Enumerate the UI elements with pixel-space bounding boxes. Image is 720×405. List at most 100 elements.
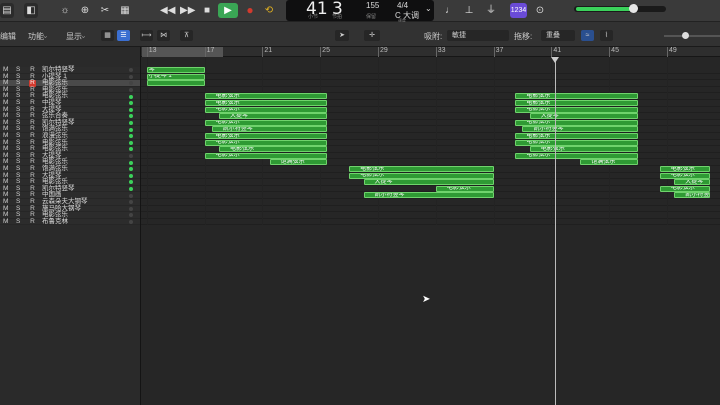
midi-region[interactable]: 电影弦乐 (515, 93, 639, 100)
track-lane[interactable] (141, 67, 720, 74)
midi-region[interactable]: 电影弦乐 (204, 100, 328, 107)
track-lane[interactable] (141, 87, 720, 94)
track-row[interactable]: M S R 凯尔特竖琴 (0, 185, 140, 193)
midi-region[interactable]: 电影弦乐 (515, 133, 639, 140)
grid-view-icon[interactable]: ▦ (101, 30, 114, 41)
midi-region[interactable]: 电影弦乐 (204, 133, 328, 140)
editor-icon[interactable]: ✂ (98, 3, 112, 18)
stop-icon[interactable]: ■ (202, 3, 212, 18)
mute-button[interactable]: M (3, 218, 8, 226)
midi-region[interactable]: 电影弦乐 (659, 185, 711, 192)
midi-region[interactable]: 电影弦乐 (204, 119, 328, 126)
automation-icon[interactable]: ⌇ (600, 30, 613, 41)
midi-region[interactable]: 电影弦乐 (515, 139, 639, 146)
arrange-area[interactable]: 琴小提琴 1 电影弦乐 电影弦乐 电影弦乐 大提琴 电影弦乐 凯尔特竖琴 电影弦乐 电影弦乐 电影… (141, 57, 720, 405)
track-row[interactable]: M S R 饱满弦乐 (0, 126, 140, 133)
midi-region[interactable]: 大提琴 (219, 113, 328, 120)
catch-icon[interactable]: ⊼ (180, 30, 193, 41)
zoom-knob[interactable] (682, 32, 689, 39)
track-row[interactable]: M S R 浪漫弦乐 (0, 132, 140, 140)
track-row[interactable]: M S R 电影弦乐 (0, 80, 140, 87)
track-lane[interactable] (141, 219, 720, 226)
solo-button[interactable]: S (16, 218, 20, 226)
flex-icon[interactable]: ⋈ (157, 30, 170, 41)
midi-region[interactable]: 电影弦乐 (204, 139, 328, 146)
midi-region[interactable]: 电影弦乐 (349, 166, 494, 173)
track-row[interactable]: M S R 小提琴 1 (0, 73, 140, 81)
horizontal-zoom-slider[interactable] (664, 32, 720, 39)
forward-icon[interactable]: ▶▶ (180, 3, 195, 18)
track-row[interactable]: M S R 饱满弦乐 (0, 165, 140, 173)
edit-menu[interactable]: 编辑 (0, 31, 16, 42)
track-row[interactable]: M S R 大提琴 (0, 106, 140, 114)
midi-region[interactable]: 电影弦乐 (529, 146, 639, 153)
record-button[interactable]: ● (244, 3, 256, 18)
master-volume-slider[interactable] (574, 4, 666, 13)
track-row[interactable]: M S R 电影弦乐 (0, 146, 140, 153)
track-row[interactable]: M S R 电影弦乐 (0, 86, 140, 94)
bar-ruler[interactable]: 13 17 21 25 29 33 37 41 45 49 (141, 47, 720, 57)
midi-region[interactable]: 电影弦乐 (515, 152, 639, 159)
track-row[interactable]: M S R 电影弦乐 (0, 212, 140, 219)
lcd-dropdown-icon[interactable]: ⌄ (425, 4, 432, 13)
smart-controls-icon[interactable]: ▦ (118, 3, 132, 18)
midi-region[interactable]: 凯尔特竖琴 (522, 126, 639, 133)
track-lane[interactable] (141, 199, 720, 206)
snap-select[interactable]: 敏捷 (447, 30, 509, 41)
midi-region[interactable]: 电影弦乐 (204, 152, 328, 159)
tuner-fork-icon[interactable]: ♩ (444, 3, 456, 18)
midi-region[interactable]: 电影弦乐 (515, 100, 639, 107)
midi-region[interactable]: 大提琴 (674, 179, 711, 186)
midi-region[interactable]: 电影弦乐 (204, 106, 328, 113)
tuner-icon[interactable]: ☼ (58, 3, 72, 18)
midi-region[interactable]: 电影弦乐 (204, 93, 328, 100)
waveform-icon[interactable]: ≈ (581, 30, 594, 41)
record-enable-button[interactable]: R (29, 218, 36, 226)
rewind-icon[interactable]: ◀◀ (160, 3, 175, 18)
master-volume-knob[interactable] (629, 4, 638, 13)
midi-region[interactable]: 凯尔特竖琴 (363, 192, 494, 199)
midi-region[interactable]: 电影弦乐 (659, 166, 711, 173)
playhead-marker[interactable] (550, 57, 559, 63)
track-lane[interactable] (141, 206, 720, 213)
track-row[interactable]: M S R 施马哈大钢琴 (0, 205, 140, 213)
pointer-tool-icon[interactable]: ➤ (335, 30, 349, 41)
midi-region[interactable]: 凯尔特竖琴 (674, 192, 711, 199)
midi-region[interactable]: 电影弦乐 (659, 172, 711, 179)
midi-region[interactable]: 大提琴 (529, 113, 639, 120)
sidebar-icon[interactable]: ▤ (0, 3, 14, 18)
midi-region[interactable]: 电影弦乐 (349, 172, 494, 179)
count-in-badge[interactable]: 1234 (510, 3, 527, 18)
track-lane[interactable] (141, 74, 720, 81)
track-row[interactable]: M S R 电影弦乐 (0, 159, 140, 166)
play-button[interactable]: ▶ (218, 3, 238, 18)
midi-region[interactable]: 电影弦乐 (219, 146, 328, 153)
midi-region[interactable]: 凯尔特竖琴 (211, 126, 328, 133)
track-row[interactable]: M S R 大提琴 (0, 152, 140, 160)
track-row[interactable]: M S R 凯尔特竖琴 (0, 119, 140, 127)
region-icon[interactable]: ⟼ (140, 30, 153, 41)
track-row[interactable]: M S R 电影弦乐 (0, 139, 140, 147)
track-row[interactable]: M S R 电影弦乐 (0, 93, 140, 100)
crosshair-tool-icon[interactable]: ✛ (364, 30, 380, 41)
list-editor-icon[interactable]: ⊥ (462, 3, 476, 18)
midi-region[interactable]: 电影弦乐 (515, 106, 639, 113)
midi-region[interactable]: 电影弦乐 (435, 185, 494, 192)
midi-region[interactable]: 大提琴 (363, 179, 494, 186)
track-row[interactable]: M S R 大提琴 (0, 172, 140, 180)
library-icon[interactable]: ◧ (24, 3, 38, 18)
track-row[interactable]: M S R 布鲁克林 (0, 218, 140, 226)
track-lane[interactable] (141, 186, 720, 193)
midi-region[interactable]: 饱满弦乐 (269, 159, 328, 166)
midi-region[interactable]: 电影弦乐 (515, 119, 639, 126)
track-row[interactable]: M S R 中提琴 (0, 99, 140, 107)
track-name[interactable]: 布鲁克林 (42, 218, 68, 226)
track-lane[interactable] (141, 212, 720, 219)
midi-region[interactable]: 小提琴 1 (146, 73, 205, 80)
playhead[interactable] (554, 57, 556, 405)
mixer-icon[interactable]: ⊕ (78, 3, 92, 18)
metronome-icon[interactable]: ⏚ (484, 3, 498, 18)
list-view-icon[interactable]: ☰ (117, 30, 130, 41)
track-lane[interactable] (141, 80, 720, 87)
track-row[interactable]: M S R 凯尔特竖琴 (0, 66, 140, 74)
